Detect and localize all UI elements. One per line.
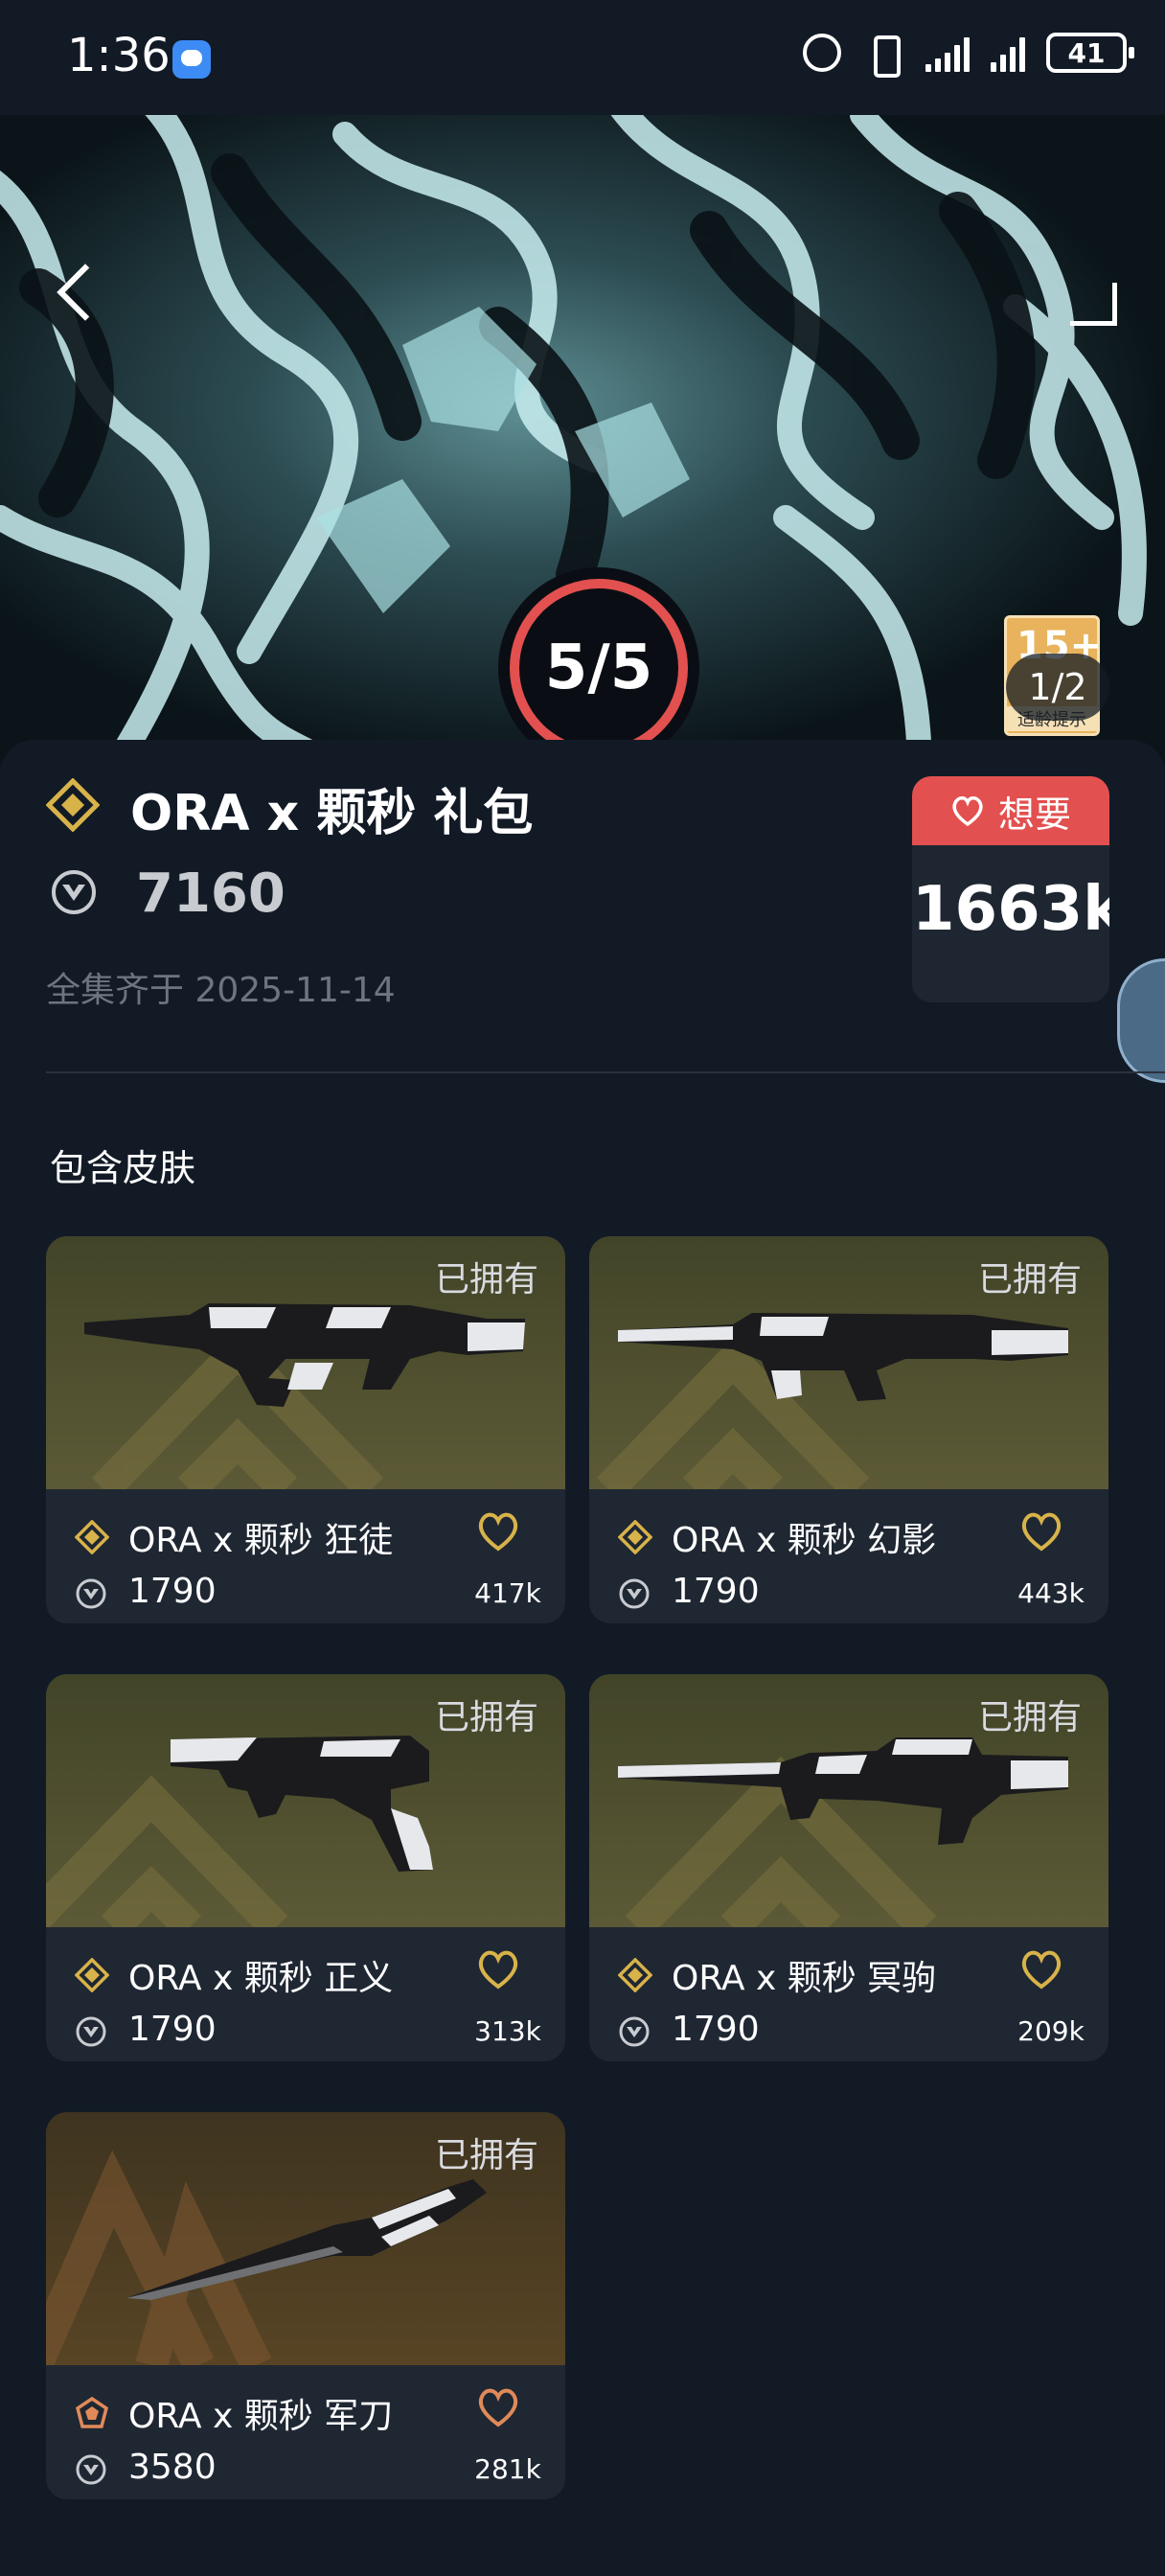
- bundle-tier-icon: [46, 778, 100, 832]
- vp-currency-icon: [619, 1578, 650, 1609]
- skin-price: 1790: [672, 2010, 760, 2049]
- skin-name: ORA x 颗秒 狂徒: [128, 1521, 394, 1560]
- vp-currency-icon: [52, 870, 96, 914]
- battery-level: 41: [1067, 36, 1106, 69]
- signal-icon: [925, 34, 970, 72]
- skin-price: 1790: [128, 2010, 217, 2049]
- owned-badge: 已拥有: [977, 1260, 1082, 1300]
- signal-2-icon: [991, 34, 1025, 72]
- image-page-indicator: 1/2: [1006, 654, 1109, 721]
- skin-image: 已拥有: [46, 1674, 565, 1927]
- owned-badge: 已拥有: [434, 2136, 538, 2175]
- status-time: 1:36: [67, 29, 171, 82]
- skin-name: ORA x 颗秒 幻影: [672, 1521, 937, 1560]
- wishlist-count: 1663k: [912, 874, 1109, 945]
- skin-likes: 443k: [1017, 1577, 1085, 1609]
- owned-badge: 已拥有: [434, 1698, 538, 1737]
- skin-likes: 209k: [1017, 2015, 1085, 2047]
- tier-icon: [75, 1958, 109, 1992]
- skin-card[interactable]: 已拥有 ORA x 颗秒 幻影 1790 443k: [589, 1236, 1108, 1623]
- skin-name: ORA x 颗秒 冥驹: [672, 1959, 937, 1998]
- skin-price: 3580: [128, 2448, 217, 2487]
- skin-image: 已拥有: [589, 1674, 1108, 1927]
- status-bar: 1:36 41: [0, 0, 1165, 115]
- skin-card[interactable]: 已拥有 ORA x 颗秒 狂徒 1790 417k: [46, 1236, 565, 1623]
- wishlist-button[interactable]: 想要: [912, 776, 1109, 845]
- vp-currency-icon: [619, 2016, 650, 2047]
- heart-icon: [952, 796, 983, 827]
- skin-card[interactable]: 已拥有 ORA x 颗秒 正义 1790 313k: [46, 1674, 565, 2061]
- skin-likes: 313k: [474, 2015, 541, 2047]
- heart-icon[interactable]: [475, 1510, 521, 1552]
- section-title-included-skins: 包含皮肤: [50, 1147, 196, 1189]
- expand-button[interactable]: [1060, 268, 1117, 326]
- skin-name: ORA x 颗秒 正义: [128, 1959, 394, 1998]
- message-app-icon: [172, 40, 211, 79]
- owned-badge: 已拥有: [977, 1698, 1082, 1737]
- owned-badge: 已拥有: [434, 1260, 538, 1300]
- tier-icon: [75, 1520, 109, 1554]
- heart-icon[interactable]: [475, 2386, 521, 2428]
- skin-card[interactable]: 已拥有 ORA x 颗秒 军刀 3580 281k: [46, 2112, 565, 2499]
- skin-image: 已拥有: [46, 1236, 565, 1489]
- heart-icon[interactable]: [475, 1948, 521, 1990]
- wishlist-card[interactable]: 想要 1663k: [912, 776, 1109, 1002]
- tier-icon: [75, 2396, 109, 2428]
- heart-icon[interactable]: [1018, 1948, 1064, 1990]
- vibrate-icon: [862, 34, 904, 78]
- data-saver-icon: [803, 34, 841, 72]
- status-icons: 41: [803, 33, 1134, 78]
- heart-icon[interactable]: [1018, 1510, 1064, 1552]
- skin-name: ORA x 颗秒 军刀: [128, 2397, 394, 2436]
- vp-currency-icon: [76, 2454, 106, 2485]
- collection-progress: 5/5: [498, 567, 699, 769]
- skin-likes: 417k: [474, 1577, 541, 1609]
- vp-currency-icon: [76, 1578, 106, 1609]
- tier-icon: [618, 1958, 652, 1992]
- skin-image: 已拥有: [589, 1236, 1108, 1489]
- skin-likes: 281k: [474, 2453, 541, 2485]
- bundle-completion-date: 全集齐于 2025-11-14: [46, 971, 396, 1010]
- tier-icon: [618, 1520, 652, 1554]
- skin-price: 1790: [128, 1572, 217, 1611]
- progress-text: 5/5: [544, 632, 653, 703]
- skin-price: 1790: [672, 1572, 760, 1611]
- vp-currency-icon: [76, 2016, 106, 2047]
- wishlist-label: 想要: [997, 793, 1071, 836]
- bundle-price: 7160: [136, 862, 286, 925]
- battery-icon: 41: [1046, 33, 1134, 73]
- divider: [46, 1071, 1165, 1073]
- bundle-title: ORA x 颗秒 礼包: [130, 785, 534, 842]
- back-button[interactable]: [48, 259, 115, 326]
- skin-image: 已拥有: [46, 2112, 565, 2365]
- skin-card[interactable]: 已拥有 ORA x 颗秒 冥驹 1790 209k: [589, 1674, 1108, 2061]
